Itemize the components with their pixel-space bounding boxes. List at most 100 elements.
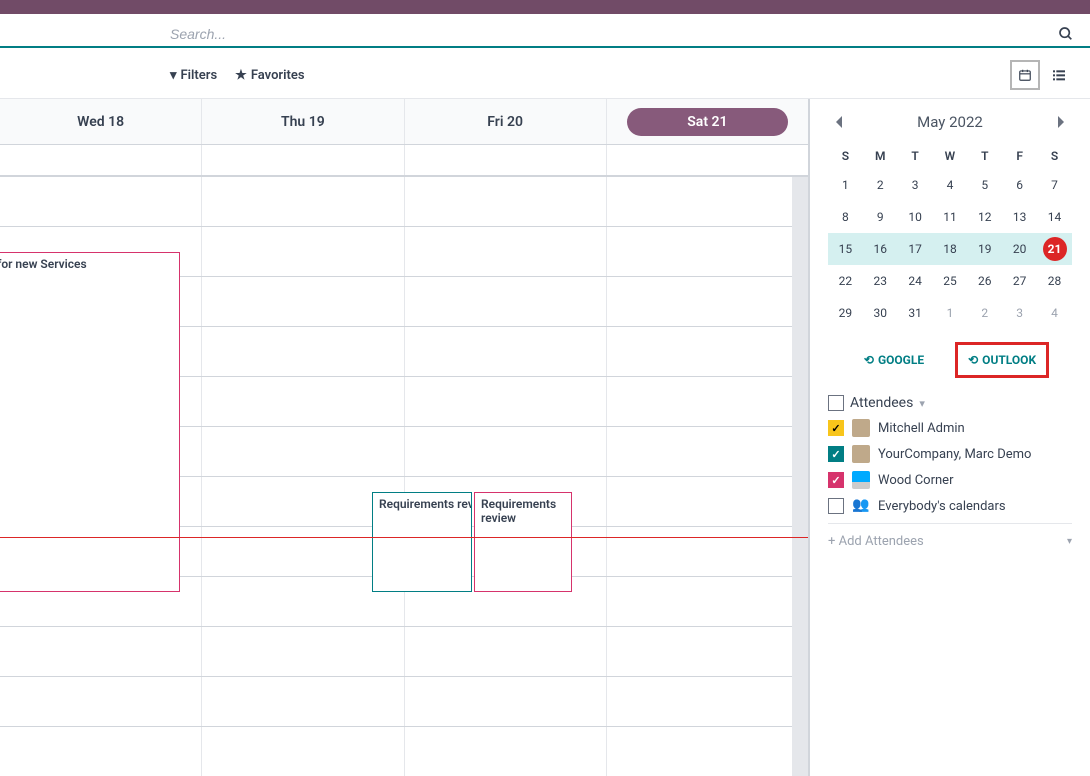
mini-cal-day[interactable]: 24: [898, 265, 933, 297]
time-cell[interactable]: [0, 177, 202, 226]
time-cell[interactable]: [607, 327, 808, 376]
allday-cell[interactable]: [607, 145, 808, 175]
time-cell[interactable]: [202, 227, 404, 276]
list-view-button[interactable]: [1044, 60, 1074, 90]
mini-cal-day[interactable]: 18: [933, 233, 968, 265]
time-grid[interactable]: ation for new Services Requirements rev …: [0, 177, 808, 776]
add-attendees-input[interactable]: + Add Attendees ▾: [828, 523, 1072, 549]
filters-button[interactable]: ▾ Filters: [170, 68, 217, 83]
mini-cal-day[interactable]: 21: [1037, 233, 1072, 265]
next-month-button[interactable]: [1052, 111, 1070, 133]
search-icon[interactable]: [1058, 26, 1074, 42]
time-cell[interactable]: [607, 727, 808, 776]
time-cell[interactable]: [607, 527, 808, 576]
time-cell[interactable]: [405, 727, 607, 776]
time-cell[interactable]: [202, 327, 404, 376]
time-cell[interactable]: [202, 727, 404, 776]
allday-cell[interactable]: [0, 145, 202, 175]
mini-cal-day[interactable]: 1: [933, 297, 968, 329]
time-cell[interactable]: [405, 627, 607, 676]
mini-cal-day[interactable]: 3: [898, 169, 933, 201]
mini-cal-day[interactable]: 27: [1002, 265, 1037, 297]
attendee-checkbox[interactable]: ✓: [828, 446, 844, 462]
mini-cal-day[interactable]: 17: [898, 233, 933, 265]
scrollbar[interactable]: [792, 177, 808, 776]
time-cell[interactable]: [202, 677, 404, 726]
mini-cal-day[interactable]: 1: [828, 169, 863, 201]
time-cell[interactable]: [607, 227, 808, 276]
mini-cal-day[interactable]: 22: [828, 265, 863, 297]
mini-cal-day[interactable]: 2: [863, 169, 898, 201]
time-cell[interactable]: [202, 377, 404, 426]
time-cell[interactable]: [607, 627, 808, 676]
dow-header: W: [933, 143, 968, 169]
event-services[interactable]: ation for new Services: [0, 252, 180, 592]
time-cell[interactable]: [607, 477, 808, 526]
calendar-view-button[interactable]: [1010, 60, 1040, 90]
day-header[interactable]: Thu 19: [202, 99, 404, 144]
mini-cal-day[interactable]: 12: [967, 201, 1002, 233]
time-cell[interactable]: [405, 377, 607, 426]
mini-cal-day[interactable]: 8: [828, 201, 863, 233]
mini-cal-day[interactable]: 15: [828, 233, 863, 265]
chevron-down-icon[interactable]: ▾: [919, 397, 925, 410]
mini-cal-day[interactable]: 9: [863, 201, 898, 233]
time-cell[interactable]: [0, 677, 202, 726]
mini-cal-day[interactable]: 19: [967, 233, 1002, 265]
time-cell[interactable]: [0, 727, 202, 776]
attendee-checkbox[interactable]: [828, 498, 844, 514]
day-header[interactable]: Wed 18: [0, 99, 202, 144]
mini-cal-day[interactable]: 2: [967, 297, 1002, 329]
mini-cal-day[interactable]: 4: [933, 169, 968, 201]
mini-cal-day[interactable]: 5: [967, 169, 1002, 201]
event-requirements-2[interactable]: Requirements review: [474, 492, 572, 592]
attendee-checkbox[interactable]: ✓: [828, 420, 844, 436]
attendees-master-checkbox[interactable]: [828, 395, 844, 411]
mini-cal-day[interactable]: 4: [1037, 297, 1072, 329]
mini-cal-day[interactable]: 14: [1037, 201, 1072, 233]
mini-cal-day[interactable]: 6: [1002, 169, 1037, 201]
mini-cal-day[interactable]: 28: [1037, 265, 1072, 297]
mini-cal-day[interactable]: 10: [898, 201, 933, 233]
mini-cal-day[interactable]: 25: [933, 265, 968, 297]
time-cell[interactable]: [607, 377, 808, 426]
prev-month-button[interactable]: [830, 111, 848, 133]
allday-cell[interactable]: [202, 145, 404, 175]
time-cell[interactable]: [202, 427, 404, 476]
time-cell[interactable]: [405, 327, 607, 376]
day-header[interactable]: Fri 20: [405, 99, 607, 144]
mini-cal-day[interactable]: 13: [1002, 201, 1037, 233]
mini-cal-day[interactable]: 31: [898, 297, 933, 329]
mini-cal-day[interactable]: 23: [863, 265, 898, 297]
time-cell[interactable]: [202, 277, 404, 326]
search-input[interactable]: [170, 22, 1058, 46]
time-cell[interactable]: [405, 177, 607, 226]
time-cell[interactable]: [607, 577, 808, 626]
event-requirements-1[interactable]: Requirements rev: [372, 492, 472, 592]
time-cell[interactable]: [405, 677, 607, 726]
time-cell[interactable]: [202, 177, 404, 226]
time-cell[interactable]: [607, 677, 808, 726]
favorites-button[interactable]: ★ Favorites: [235, 68, 304, 83]
attendee-checkbox[interactable]: ✓: [828, 472, 844, 488]
time-cell[interactable]: [405, 277, 607, 326]
mini-cal-day[interactable]: 7: [1037, 169, 1072, 201]
time-cell[interactable]: [202, 627, 404, 676]
time-cell[interactable]: [405, 227, 607, 276]
mini-cal-day[interactable]: 30: [863, 297, 898, 329]
mini-cal-day[interactable]: 16: [863, 233, 898, 265]
time-cell[interactable]: [607, 177, 808, 226]
day-header[interactable]: Sat 21: [607, 99, 808, 144]
allday-cell[interactable]: [405, 145, 607, 175]
sync-outlook-button[interactable]: ⟲ OUTLOOK: [958, 345, 1046, 375]
mini-cal-day[interactable]: 20: [1002, 233, 1037, 265]
time-cell[interactable]: [0, 627, 202, 676]
mini-cal-day[interactable]: 26: [967, 265, 1002, 297]
time-cell[interactable]: [405, 427, 607, 476]
time-cell[interactable]: [607, 277, 808, 326]
sync-google-button[interactable]: ⟲ GOOGLE: [854, 345, 934, 375]
time-cell[interactable]: [607, 427, 808, 476]
mini-cal-day[interactable]: 3: [1002, 297, 1037, 329]
mini-cal-day[interactable]: 11: [933, 201, 968, 233]
mini-cal-day[interactable]: 29: [828, 297, 863, 329]
